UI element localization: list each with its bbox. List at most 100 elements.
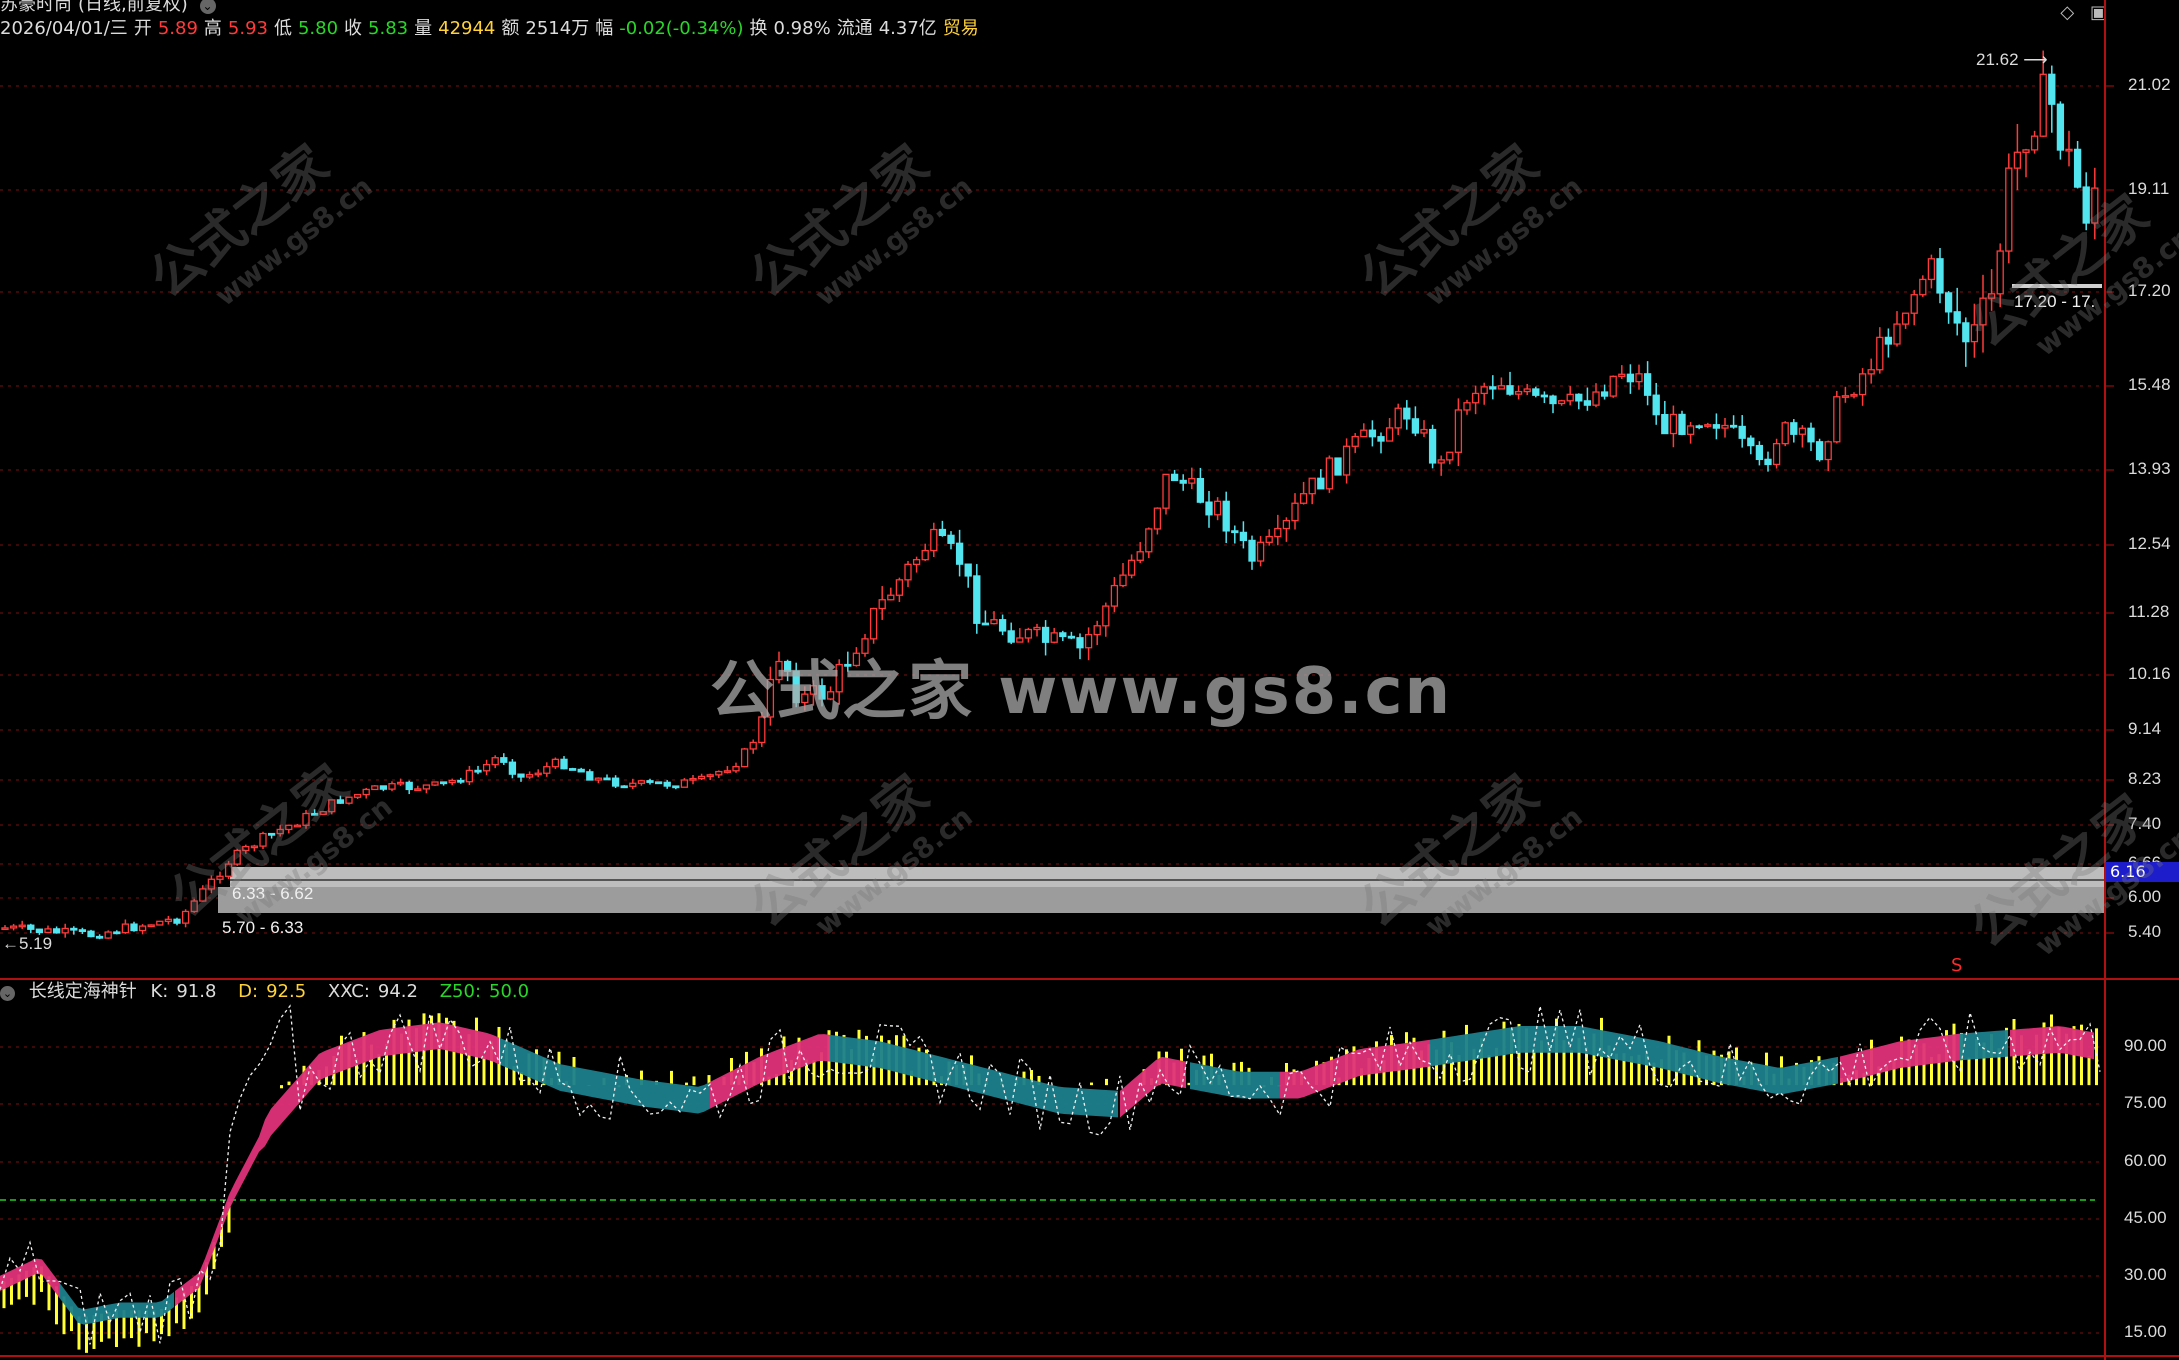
candle-body [1368, 429, 1377, 438]
candle-body [482, 763, 491, 772]
candle-body [1721, 424, 1729, 429]
candle-body [457, 779, 465, 783]
candle-body [878, 599, 886, 610]
candle-body [577, 768, 585, 773]
candle-body [1867, 369, 1875, 375]
candle-body [740, 748, 749, 768]
candle-body [491, 757, 499, 766]
candle-body [517, 773, 525, 778]
candle-body [723, 770, 732, 773]
candle-body [1437, 459, 1445, 464]
candle-body [2073, 148, 2082, 188]
indicator-tick-label: 90.00 [2124, 1036, 2167, 1055]
candle-body [1695, 425, 1703, 429]
candle-body [1446, 451, 1454, 461]
candle-body [594, 777, 603, 781]
candle-body [1067, 635, 1076, 639]
candle-body [87, 930, 95, 938]
candle-body [1841, 395, 1850, 398]
candle-body [990, 619, 998, 625]
candle-body [1729, 424, 1738, 428]
zone-lower-band [218, 887, 2105, 913]
candle-body [1532, 388, 1540, 396]
candle-body [474, 769, 482, 773]
candle-body [1205, 501, 1213, 516]
price-tick-label: 5.40 [2128, 922, 2162, 941]
ribbon-down-segment [1430, 1026, 1838, 1095]
candle-body [44, 928, 52, 934]
ribbon-down-segment [500, 1038, 710, 1114]
candle-body [147, 924, 155, 928]
candle-body [525, 774, 534, 778]
candle-body [1583, 400, 1592, 406]
candle-body [1170, 473, 1179, 482]
arrow-left-icon: ← [2, 934, 19, 953]
candle-body [1411, 418, 1420, 434]
candle-body [1755, 444, 1764, 461]
indicator-header: ⌄ 长线定海神针 K: 91.8 D: 92.5 XXC: 94.2 Z50: 50.0 [0, 979, 545, 1005]
candle-body [1850, 393, 1858, 397]
candle-body [2048, 73, 2056, 105]
candle-body [1549, 395, 1557, 405]
candle-body [534, 772, 542, 776]
candle-body [1102, 605, 1110, 627]
candle-body [78, 929, 87, 933]
candle-body [1609, 375, 1617, 397]
candle-body [405, 781, 413, 791]
candle-body [1480, 386, 1488, 395]
indicator-tick-label: 75.00 [2124, 1093, 2167, 1112]
candle-body [1351, 435, 1359, 447]
candle-body [1566, 393, 1574, 402]
price-tick-label: 10.16 [2128, 664, 2171, 683]
candle-body [1833, 396, 1841, 443]
candle-body [586, 771, 594, 781]
ribbon-down-segment [1960, 1029, 2008, 1061]
candle-body [1420, 428, 1428, 434]
xxc-value: 94.2 [377, 981, 418, 1002]
candle-body [1635, 373, 1643, 383]
zone-upper-band [230, 867, 2105, 887]
candle-body [1919, 278, 1927, 296]
candle-body [551, 758, 560, 768]
candle-body [629, 782, 637, 787]
candle-body [95, 935, 104, 939]
candle-body [156, 920, 164, 926]
candle-body [431, 781, 439, 786]
candle-body [388, 783, 396, 790]
d-label: D: [238, 981, 259, 1002]
candle-body [663, 781, 671, 787]
candle-body [113, 931, 121, 935]
candle-body [1291, 502, 1299, 522]
candle-body [955, 542, 964, 565]
candle-body [1884, 336, 1893, 345]
candle-body [52, 928, 61, 934]
candle-body [646, 780, 654, 783]
price-tick-label: 11.28 [2128, 602, 2170, 621]
candle-body [1798, 427, 1807, 435]
candle-body [1334, 457, 1342, 476]
z50-label: Z50: [439, 981, 482, 1002]
indicator-name[interactable]: 长线定海神针 [29, 981, 137, 1002]
indicator-tick-label: 15.00 [2124, 1322, 2167, 1341]
candle-body [465, 769, 474, 783]
candle-body [930, 528, 938, 552]
candle-body [672, 785, 680, 789]
candle-body [1506, 385, 1514, 395]
candle-body [2030, 135, 2039, 151]
candle-body [1686, 425, 1695, 435]
candle-body [1807, 427, 1815, 443]
candle-body [1626, 373, 1635, 383]
candle-body [1360, 429, 1368, 438]
chevron-down-icon[interactable]: ⌄ [0, 986, 15, 1001]
candle-body [680, 779, 689, 788]
candle-body [1110, 584, 1119, 607]
candle-body [396, 781, 405, 785]
candle-body [1385, 427, 1394, 442]
candle-body [1325, 457, 1334, 490]
candle-body [603, 777, 611, 781]
candle-body [697, 775, 706, 780]
candle-body [2022, 149, 2030, 153]
candle-body [1824, 441, 1832, 461]
candle-body [1712, 424, 1721, 429]
candle-body [121, 923, 130, 934]
